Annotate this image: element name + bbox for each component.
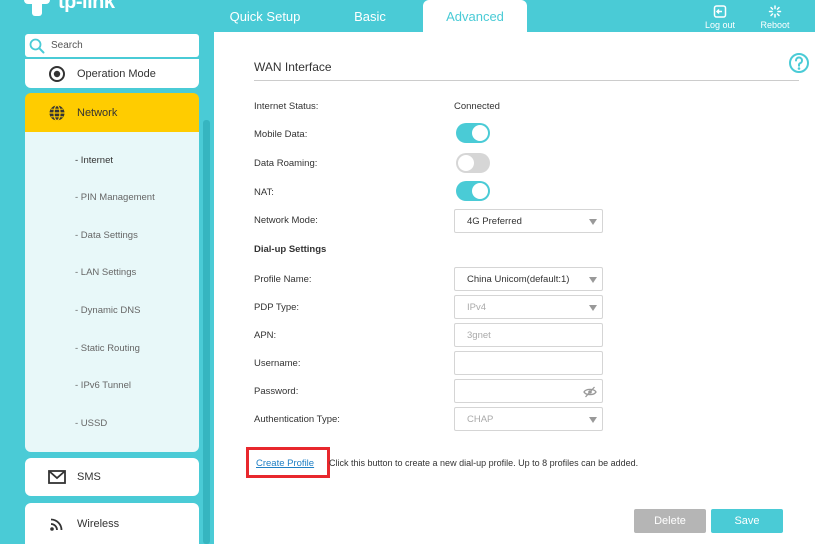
logout-label: Log out xyxy=(704,20,736,30)
reboot-button[interactable]: Reboot xyxy=(753,0,797,30)
auth-type-label: Authentication Type: xyxy=(254,414,340,425)
top-bar: tp-link Quick Setup Basic Advanced Log o… xyxy=(0,0,815,32)
title-divider xyxy=(254,80,799,81)
sidebar-item-label: Wireless xyxy=(77,517,120,530)
profile-name-select[interactable]: China Unicom(default:1) xyxy=(454,267,603,291)
pdp-type-value: IPv4 xyxy=(467,301,487,313)
sidebar-scrollbar[interactable] xyxy=(203,120,210,544)
chevron-down-icon xyxy=(589,305,597,311)
pdp-type-label: PDP Type: xyxy=(254,302,300,313)
sidebar-item-label: Network xyxy=(77,106,118,119)
sidebar-item-label: Operation Mode xyxy=(77,67,156,80)
mobile-data-toggle[interactable] xyxy=(456,123,490,143)
logout-icon xyxy=(713,5,727,18)
brand-name: tp-link xyxy=(58,0,115,13)
sidebar-item-network[interactable]: Network xyxy=(25,93,199,132)
submenu-item-pin-management[interactable]: - PIN Management xyxy=(75,192,155,203)
wireless-icon xyxy=(47,514,67,534)
submenu-item-ussd[interactable]: - USSD xyxy=(75,418,107,429)
eye-slash-icon[interactable] xyxy=(583,386,597,398)
nat-toggle[interactable] xyxy=(456,181,490,201)
apn-label: APN: xyxy=(254,330,277,341)
sidebar-item-sms[interactable]: SMS xyxy=(25,458,199,496)
chevron-down-icon xyxy=(589,277,597,283)
data-roaming-toggle[interactable] xyxy=(456,153,490,173)
dialup-settings-heading: Dial-up Settings xyxy=(254,244,327,255)
nat-label: NAT: xyxy=(254,187,274,198)
submenu-item-dynamic-dns[interactable]: - Dynamic DNS xyxy=(75,305,140,316)
profile-name-label: Profile Name: xyxy=(254,274,312,285)
auth-type-select[interactable]: CHAP xyxy=(454,407,603,431)
create-profile-link[interactable]: Create Profile xyxy=(256,458,314,469)
globe-icon xyxy=(47,103,67,123)
profile-name-value: China Unicom(default:1) xyxy=(467,273,570,285)
network-mode-value: 4G Preferred xyxy=(467,215,522,227)
pdp-type-select[interactable]: IPv4 xyxy=(454,295,603,319)
sidebar-item-label: SMS xyxy=(77,471,101,483)
page-title: WAN Interface xyxy=(254,60,332,74)
envelope-icon xyxy=(47,467,67,487)
create-profile-hint: Click this button to create a new dial-u… xyxy=(329,458,639,468)
submenu-item-data-settings[interactable]: - Data Settings xyxy=(75,230,138,241)
network-mode-label: Network Mode: xyxy=(254,215,318,226)
apn-field-wrap xyxy=(454,323,603,347)
chevron-down-icon xyxy=(589,417,597,423)
mobile-data-label: Mobile Data: xyxy=(254,129,308,140)
search-box[interactable] xyxy=(25,34,199,57)
submenu-item-internet[interactable]: - Internet xyxy=(75,155,113,166)
sidebar-item-wireless[interactable]: Wireless xyxy=(25,503,199,544)
internet-status-value: Connected xyxy=(454,101,500,112)
logout-button[interactable]: Log out xyxy=(698,0,742,30)
search-input[interactable] xyxy=(51,40,191,51)
tab-quick-setup[interactable]: Quick Setup xyxy=(220,0,310,32)
reboot-icon xyxy=(768,5,782,18)
auth-type-value: CHAP xyxy=(467,413,494,425)
delete-button[interactable]: Delete xyxy=(634,509,706,533)
search-icon xyxy=(29,38,45,53)
password-input[interactable] xyxy=(467,385,577,397)
submenu-item-static-routing[interactable]: - Static Routing xyxy=(75,343,140,354)
help-icon[interactable] xyxy=(788,52,810,74)
tab-basic[interactable]: Basic xyxy=(340,0,400,32)
main-panel: WAN Interface Internet Status: Connected… xyxy=(214,32,815,544)
tab-advanced[interactable]: Advanced xyxy=(423,0,527,32)
sidebar-item-operation-mode[interactable]: Operation Mode xyxy=(25,59,199,88)
toggle-knob xyxy=(458,155,474,171)
submenu-item-ipv6-tunnel[interactable]: - IPv6 Tunnel xyxy=(75,380,131,391)
toggle-knob xyxy=(472,183,488,199)
username-field-wrap xyxy=(454,351,603,375)
password-label: Password: xyxy=(254,386,299,397)
apn-input[interactable] xyxy=(467,329,577,341)
password-field-wrap xyxy=(454,379,603,403)
network-submenu: - Internet - PIN Management - Data Setti… xyxy=(25,132,199,452)
tp-link-logo-icon xyxy=(24,0,52,16)
save-button[interactable]: Save xyxy=(711,509,783,533)
brand-logo: tp-link xyxy=(24,0,115,16)
username-input[interactable] xyxy=(467,357,577,369)
chevron-down-icon xyxy=(589,219,597,225)
network-mode-select[interactable]: 4G Preferred xyxy=(454,209,603,233)
internet-status-label: Internet Status: xyxy=(254,101,319,112)
toggle-knob xyxy=(472,125,488,141)
operation-mode-icon xyxy=(47,64,67,84)
reboot-label: Reboot xyxy=(760,20,790,30)
username-label: Username: xyxy=(254,358,301,369)
data-roaming-label: Data Roaming: xyxy=(254,158,318,169)
submenu-item-lan-settings[interactable]: - LAN Settings xyxy=(75,267,136,278)
